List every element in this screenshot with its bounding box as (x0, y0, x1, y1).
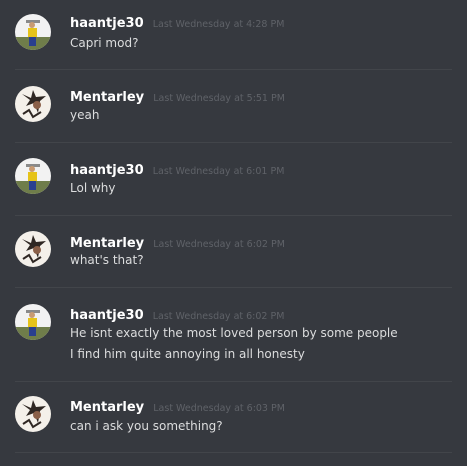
message-text: Capri mod? (70, 36, 139, 50)
sketch-character-avatar-icon[interactable] (15, 86, 51, 122)
username[interactable]: Mentarley (70, 400, 144, 415)
timestamp[interactable]: Last Wednesday at 6:02 PM (153, 239, 285, 250)
message-header: haantje30 Last Wednesday at 4:28 PM (70, 13, 284, 34)
message-divider (15, 215, 452, 216)
soccer-player-avatar-icon[interactable] (15, 14, 51, 50)
username[interactable]: Mentarley (70, 90, 144, 105)
username[interactable]: haantje30 (70, 16, 144, 31)
timestamp[interactable]: Last Wednesday at 6:01 PM (153, 166, 285, 177)
sketch-character-avatar-icon[interactable] (15, 396, 51, 432)
timestamp[interactable]: Last Wednesday at 5:51 PM (153, 93, 285, 104)
message-text: what's that? (70, 253, 144, 267)
soccer-player-avatar-icon[interactable] (15, 304, 51, 340)
message-divider (15, 142, 452, 143)
message-text: He isnt exactly the most loved person by… (70, 326, 398, 340)
timestamp[interactable]: Last Wednesday at 6:03 PM (153, 403, 285, 414)
sketch-character-avatar-icon[interactable] (15, 231, 51, 267)
timestamp[interactable]: Last Wednesday at 4:28 PM (153, 19, 285, 30)
chat-message-list: haantje30 Last Wednesday at 4:28 PM Capr… (0, 0, 467, 466)
username[interactable]: haantje30 (70, 308, 144, 323)
message-divider (15, 381, 452, 382)
message-text: I find him quite annoying in all honesty (70, 347, 305, 361)
message-divider (15, 287, 452, 288)
message-divider (15, 452, 452, 453)
message-text: can i ask you something? (70, 419, 223, 433)
message-header: Mentarley Last Wednesday at 5:51 PM (70, 87, 285, 108)
soccer-player-avatar-icon[interactable] (15, 158, 51, 194)
timestamp[interactable]: Last Wednesday at 6:02 PM (153, 311, 285, 322)
message-text: yeah (70, 108, 100, 122)
username[interactable]: haantje30 (70, 163, 144, 178)
message-text: Lol why (70, 181, 116, 195)
message-divider (15, 69, 452, 70)
